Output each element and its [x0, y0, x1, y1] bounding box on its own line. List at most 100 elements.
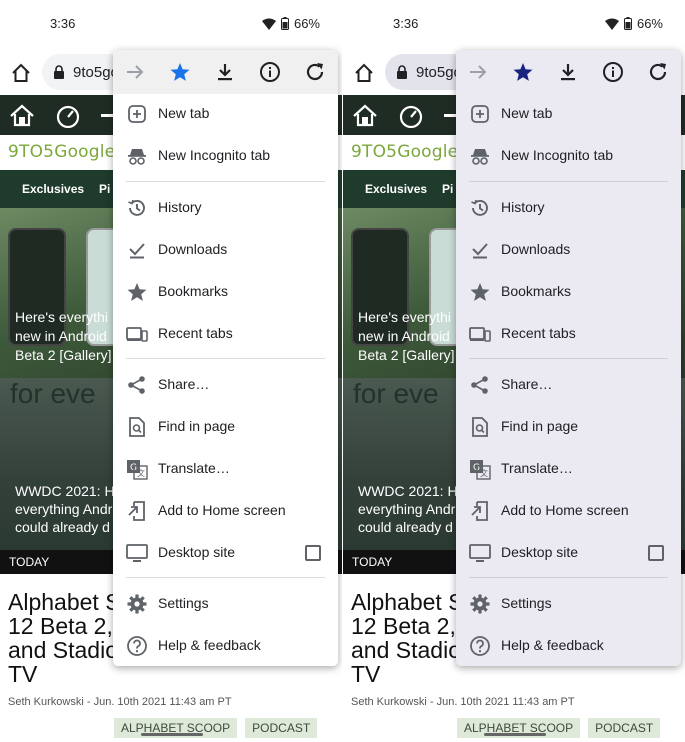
home-icon[interactable]: [10, 62, 32, 84]
downloads-icon: [472, 243, 488, 259]
menu-item-label: Help & feedback: [501, 637, 604, 653]
desktop-site-checkbox[interactable]: [648, 545, 664, 561]
menu-item-find-in-page[interactable]: Find in page: [456, 406, 681, 448]
menu-item-label: Translate…: [501, 460, 573, 476]
today-label: TODAY: [352, 555, 393, 569]
screen-tinted-menu: 3:36 66% 9to5goo 9TO5Google Exclusives P…: [343, 0, 685, 742]
menu-item-recent-tabs[interactable]: Recent tabs: [456, 313, 681, 355]
bookmarks-icon: [470, 283, 490, 301]
speedometer-icon[interactable]: [398, 102, 424, 128]
status-bar: 3:36 66%: [343, 0, 685, 46]
menu-item-incognito[interactable]: New Incognito tab: [456, 135, 681, 177]
menu-item-label: New Incognito tab: [501, 147, 614, 163]
info-icon[interactable]: [259, 61, 281, 83]
menu-item-bookmarks[interactable]: Bookmarks: [456, 271, 681, 313]
menu-item-label: New tab: [501, 105, 553, 121]
new-tab-icon: [128, 105, 146, 123]
site-home-icon[interactable]: [352, 102, 378, 128]
add-home-icon: [471, 501, 488, 521]
desktop-site-checkbox[interactable]: [305, 545, 321, 561]
home-icon[interactable]: [353, 62, 375, 84]
star-icon[interactable]: [169, 61, 191, 83]
status-icons: 66%: [261, 16, 320, 31]
recent-tabs-icon: [469, 327, 491, 342]
menu-item-settings[interactable]: Settings: [113, 583, 338, 625]
category-next[interactable]: Pi: [442, 182, 453, 196]
lock-icon: [397, 65, 407, 79]
menu-item-help[interactable]: Help & feedback: [456, 625, 681, 666]
hero2-overlay-text: for eve: [353, 378, 439, 409]
overflow-menu: New tab New Incognito tab History Downlo…: [113, 50, 338, 666]
menu-item-translate[interactable]: G文 Translate…: [113, 448, 338, 490]
site-home-icon[interactable]: [9, 102, 35, 128]
star-icon[interactable]: [512, 61, 534, 83]
tag-podcast[interactable]: PODCAST: [588, 718, 661, 738]
menu-item-share[interactable]: Share…: [456, 364, 681, 406]
menu-item-history[interactable]: History: [456, 187, 681, 229]
status-icons: 66%: [604, 16, 663, 31]
menu-item-incognito[interactable]: New Incognito tab: [113, 135, 338, 177]
menu-item-desktop-site[interactable]: Desktop site: [113, 532, 338, 574]
svg-text:文: 文: [480, 468, 488, 478]
site-logo[interactable]: 9TO5Google: [8, 142, 115, 162]
menu-item-settings[interactable]: Settings: [456, 583, 681, 625]
menu-separator: [126, 577, 325, 578]
category-exclusives[interactable]: Exclusives: [365, 182, 427, 196]
menu-item-label: Share…: [501, 376, 553, 392]
status-time: 3:36: [393, 16, 419, 31]
menu-item-share[interactable]: Share…: [113, 364, 338, 406]
article-byline: Seth Kurkowski - Jun. 10th 2021 11:43 am…: [8, 696, 232, 708]
find-icon: [129, 417, 145, 437]
info-icon[interactable]: [602, 61, 624, 83]
translate-icon: G文: [127, 460, 148, 480]
refresh-icon[interactable]: [647, 61, 669, 83]
menu-item-downloads[interactable]: Downloads: [456, 229, 681, 271]
menu-item-label: Add to Home screen: [501, 502, 629, 518]
menu-item-desktop-site[interactable]: Desktop site: [456, 532, 681, 574]
hero2-title-line: could already d: [15, 519, 110, 535]
menu-item-history[interactable]: History: [113, 187, 338, 229]
download-icon[interactable]: [214, 61, 236, 83]
forward-icon[interactable]: [467, 61, 489, 83]
gesture-bar: [141, 733, 203, 736]
settings-icon: [127, 594, 147, 614]
menu-item-new-tab[interactable]: New tab: [456, 93, 681, 135]
hero-title-line: new in Android: [358, 328, 450, 344]
hero-title-line: new in Android: [15, 328, 107, 344]
downloads-icon: [129, 243, 145, 259]
settings-icon: [470, 594, 490, 614]
category-exclusives[interactable]: Exclusives: [22, 182, 84, 196]
menu-item-label: Recent tabs: [501, 325, 576, 341]
menu-item-add-home[interactable]: Add to Home screen: [456, 490, 681, 532]
menu-item-new-tab[interactable]: New tab: [113, 93, 338, 135]
menu-item-label: Help & feedback: [158, 637, 261, 653]
refresh-icon[interactable]: [304, 61, 326, 83]
hero2-overlay-text: for eve: [10, 378, 96, 409]
menu-item-label: New Incognito tab: [158, 147, 271, 163]
menu-item-help[interactable]: Help & feedback: [113, 625, 338, 666]
menu-separator: [469, 577, 668, 578]
menu-item-add-home[interactable]: Add to Home screen: [113, 490, 338, 532]
forward-icon[interactable]: [124, 61, 146, 83]
menu-item-translate[interactable]: G文 Translate…: [456, 448, 681, 490]
menu-item-find-in-page[interactable]: Find in page: [113, 406, 338, 448]
help-icon: [470, 636, 490, 656]
menu-item-bookmarks[interactable]: Bookmarks: [113, 271, 338, 313]
category-next[interactable]: Pi: [99, 182, 110, 196]
lock-icon: [54, 65, 64, 79]
download-icon[interactable]: [557, 61, 579, 83]
tag-podcast[interactable]: PODCAST: [245, 718, 318, 738]
bookmarks-icon: [127, 283, 147, 301]
hero2-title-line: everything Andr: [15, 501, 113, 517]
new-tab-icon: [471, 105, 489, 123]
battery-icon: [623, 17, 632, 30]
menu-item-recent-tabs[interactable]: Recent tabs: [113, 313, 338, 355]
menu-separator: [126, 181, 325, 182]
hero-title-line: Beta 2 [Gallery]: [15, 347, 112, 363]
menu-item-label: Share…: [158, 376, 210, 392]
menu-item-downloads[interactable]: Downloads: [113, 229, 338, 271]
speedometer-icon[interactable]: [55, 102, 81, 128]
hero-title-line: Here's everythi: [358, 309, 451, 325]
site-logo[interactable]: 9TO5Google: [351, 142, 458, 162]
today-label: TODAY: [9, 555, 50, 569]
